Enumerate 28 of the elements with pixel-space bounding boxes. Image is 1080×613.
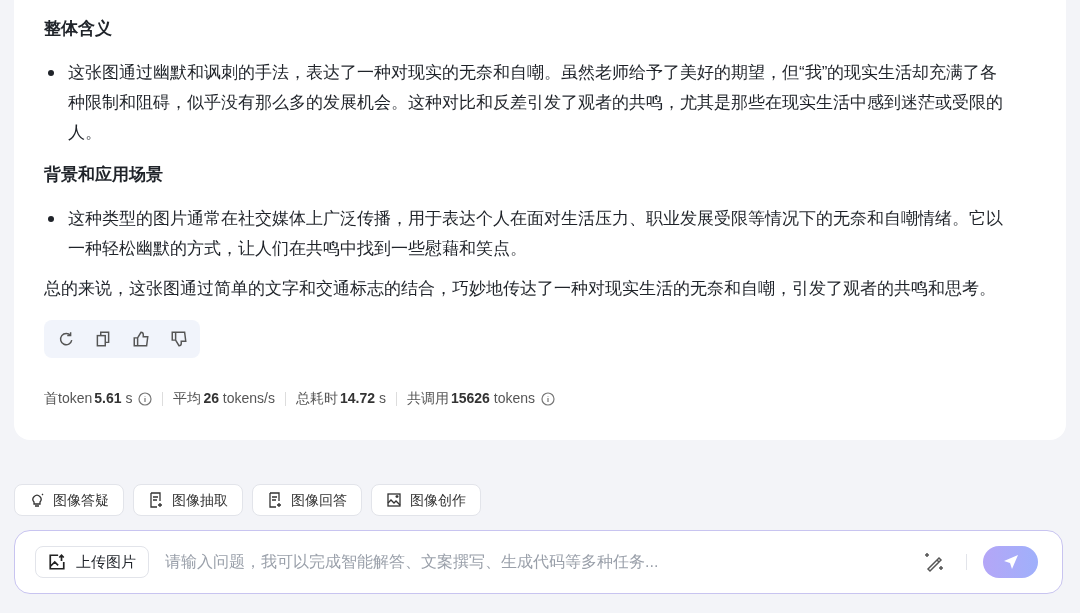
image-upload-icon [48, 553, 66, 571]
info-icon[interactable] [541, 391, 555, 406]
stat-text: 共调用 15626 tokens [406, 389, 535, 408]
thumbs-up-icon[interactable] [132, 330, 150, 348]
section-heading: 整体含义 [44, 18, 113, 40]
question-input-box[interactable]: 上传图片 请输入问题，我可以完成智能解答、文案撰写、生成代码等多种任务... [14, 530, 1063, 594]
upload-image-button[interactable]: 上传图片 [35, 546, 149, 578]
document-icon [148, 492, 164, 508]
thumbs-down-icon[interactable] [170, 330, 188, 348]
stat-text: 总耗时 14.72 s [296, 389, 386, 408]
stat-text: 平均 26 tokens/s [173, 389, 275, 408]
quick-action-button[interactable]: 图像创作 [371, 484, 481, 516]
bullet-text: 这张图通过幽默和讽刺的手法，表达了一种对现实的无奈和自嘲。虽然老师给予了美好的期望，但“我”的现实生活却充满了各种限制和阻碍，似乎没有那么多的发展机会。这种对比和反差引发了观者的共鸣，尤其是那些在现实生活中感到迷茫或受限的人。 [68, 62, 1004, 144]
stat-text: 首token 5.61 s [44, 389, 133, 408]
lightbulb-icon [29, 492, 45, 508]
copy-icon[interactable] [94, 330, 112, 348]
quick-action-button[interactable]: 图像回答 [252, 484, 362, 516]
conclusion-text: 总的来说，这张图通过简单的文字和交通标志的结合，巧妙地传达了一种对现实生活的无奈和自嘲，引发了观者的共鸣和思考。 [44, 278, 997, 300]
bullet-text: 这种类型的图片通常在社交媒体上广泛传播，用于表达个人在面对生活压力、职业发展受限等情况下的无奈和自嘲情绪。它以一种轻松幽默的方式，让人们在共鸣中找到一些慰藉和笑点。 [68, 208, 1004, 260]
quick-action-button[interactable]: 图像答疑 [14, 484, 124, 516]
document-icon [267, 492, 283, 508]
magic-wand-icon[interactable] [922, 550, 946, 574]
image-icon [386, 492, 402, 508]
info-icon[interactable] [138, 391, 153, 406]
section-heading: 背景和应用场景 [44, 164, 164, 186]
quick-action-button[interactable]: 图像抽取 [133, 484, 243, 516]
question-input-field[interactable]: 请输入问题，我可以完成智能解答、文案撰写、生成代码等多种任务... [165, 550, 922, 574]
send-icon [1002, 554, 1019, 570]
